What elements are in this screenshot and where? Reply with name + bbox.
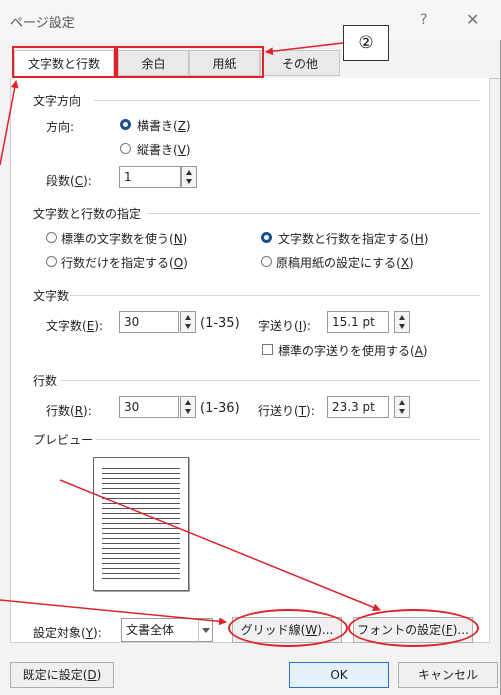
annotation-arrows — [0, 42, 381, 626]
arrow-to-margin-tabs — [265, 42, 344, 56]
arrow-to-font-button — [59, 479, 381, 612]
arrow-to-grid-button — [0, 599, 227, 626]
arrow-to-chars-tab — [0, 80, 19, 166]
